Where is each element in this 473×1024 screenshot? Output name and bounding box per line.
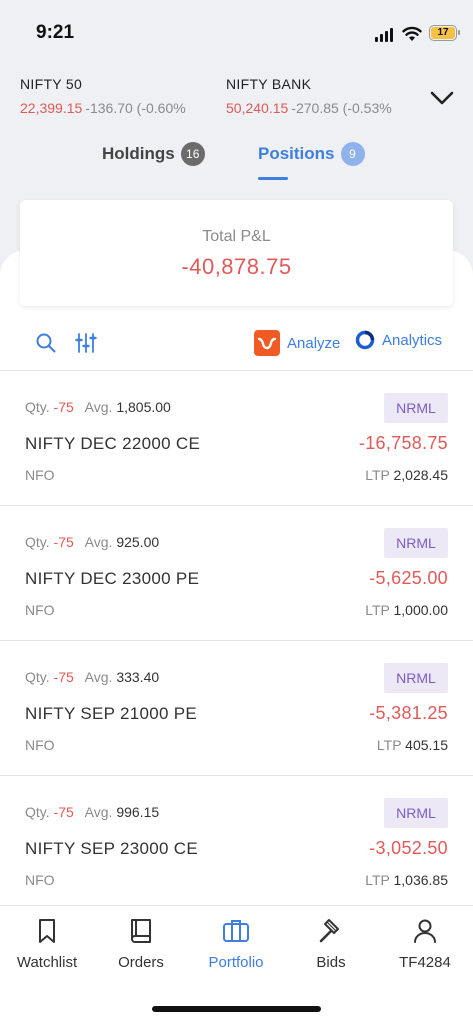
nav-watchlist[interactable]: Watchlist xyxy=(0,906,94,986)
battery-level: 17 xyxy=(431,27,455,39)
ltp-value: 2,028.45 xyxy=(393,467,449,483)
tab-holdings[interactable]: Holdings 16 xyxy=(102,142,205,166)
position-row[interactable]: Qty. -75 Avg. 925.00 NRML NIFTY DEC 2300… xyxy=(0,505,473,640)
analytics-logo-icon xyxy=(355,330,375,350)
index-change: -270.85 (-0.53% xyxy=(291,100,392,116)
position-symbol: NIFTY DEC 23000 PE xyxy=(25,569,200,588)
status-bar: 9:21 17 xyxy=(0,0,473,64)
qty-label: Qty. xyxy=(25,399,50,415)
total-pnl-value: -40,878.75 xyxy=(181,254,292,279)
qty-label: Qty. xyxy=(25,534,50,550)
analytics-label: Analytics xyxy=(382,331,443,349)
index-price: 50,240.15 xyxy=(226,100,289,116)
analytics-button[interactable]: Analytics xyxy=(355,330,442,350)
product-badge: NRML xyxy=(384,798,448,828)
qty-value: -75 xyxy=(53,399,74,415)
qty-value: -75 xyxy=(53,534,74,550)
tab-label: Positions xyxy=(258,144,335,163)
battery-icon: 17 xyxy=(429,25,460,41)
nav-label: Orders xyxy=(118,954,164,971)
position-symbol: NIFTY SEP 23000 CE xyxy=(25,839,198,858)
avg-value: 333.40 xyxy=(116,669,160,685)
exchange-label: NFO xyxy=(25,737,55,753)
position-pnl: -16,758.75 xyxy=(358,433,448,453)
wifi-icon xyxy=(402,26,422,41)
positions-list: Qty. -75 Avg. 1,805.00 NRML NIFTY DEC 22… xyxy=(0,370,473,910)
filter-sliders-icon[interactable] xyxy=(75,332,97,354)
index-name: NIFTY 50 xyxy=(20,76,83,92)
positions-toolbar: Analyze Analytics xyxy=(0,330,473,360)
product-badge: NRML xyxy=(384,393,448,423)
index-name: NIFTY BANK xyxy=(226,76,312,92)
avg-label: Avg. xyxy=(84,804,113,820)
position-row[interactable]: Qty. -75 Avg. 1,805.00 NRML NIFTY DEC 22… xyxy=(0,370,473,505)
tab-label: Holdings xyxy=(102,144,175,163)
signal-icon xyxy=(375,28,395,42)
avg-value: 925.00 xyxy=(116,534,160,550)
exchange-label: NFO xyxy=(25,467,55,483)
portfolio-tabs: Holdings 16 Positions 9 xyxy=(0,142,473,182)
active-tab-indicator xyxy=(258,177,288,180)
search-icon[interactable] xyxy=(35,332,57,354)
avg-label: Avg. xyxy=(84,399,113,415)
exchange-label: NFO xyxy=(25,602,55,618)
avg-label: Avg. xyxy=(84,534,113,550)
total-pnl-label: Total P&L xyxy=(202,228,271,245)
index-price: 22,399.15 xyxy=(20,100,83,116)
nav-orders[interactable]: Orders xyxy=(94,906,188,986)
position-pnl: -5,625.00 xyxy=(369,568,448,588)
bookmark-icon xyxy=(39,919,55,943)
avg-value: 1,805.00 xyxy=(116,399,171,415)
chevron-down-icon[interactable] xyxy=(428,84,456,112)
position-pnl: -3,052.50 xyxy=(369,838,448,858)
position-symbol: NIFTY DEC 22000 CE xyxy=(25,434,201,453)
briefcase-icon xyxy=(223,920,249,942)
user-icon xyxy=(414,919,436,943)
avg-value: 996.15 xyxy=(116,804,160,820)
ltp-value: 405.15 xyxy=(405,737,448,753)
total-pnl-card: Total P&L -40,878.75 xyxy=(20,200,453,306)
tab-positions[interactable]: Positions 9 xyxy=(258,142,365,166)
ltp-value: 1,000.00 xyxy=(393,602,449,618)
exchange-label: NFO xyxy=(25,872,55,888)
index-change: -136.70 (-0.60% xyxy=(85,100,186,116)
ltp-label: LTP xyxy=(365,467,390,483)
book-icon xyxy=(131,919,151,943)
product-badge: NRML xyxy=(384,663,448,693)
nav-account[interactable]: TF4284 xyxy=(378,906,472,986)
qty-label: Qty. xyxy=(25,804,50,820)
nav-label: Watchlist xyxy=(16,954,78,971)
ltp-value: 1,036.85 xyxy=(393,872,449,888)
home-indicator[interactable] xyxy=(152,1006,321,1012)
count-badge: 9 xyxy=(340,142,365,166)
index-nifty-50[interactable]: NIFTY 50 22,399.15 -136.70 (-0.60% xyxy=(20,76,186,116)
nav-portfolio[interactable]: Portfolio xyxy=(189,906,283,986)
nav-bids[interactable]: Bids xyxy=(284,906,378,986)
nav-label: Bids xyxy=(316,954,346,971)
position-pnl: -5,381.25 xyxy=(369,703,448,723)
position-row[interactable]: Qty. -75 Avg. 996.15 NRML NIFTY SEP 2300… xyxy=(0,775,473,910)
ltp-label: LTP xyxy=(376,737,402,753)
qty-label: Qty. xyxy=(25,669,50,685)
index-nifty-bank[interactable]: NIFTY BANK 50,240.15 -270.85 (-0.53% xyxy=(226,76,422,116)
index-ticker[interactable]: NIFTY 50 22,399.15 -136.70 (-0.60% NIFTY … xyxy=(0,76,473,120)
avg-label: Avg. xyxy=(84,669,113,685)
product-badge: NRML xyxy=(384,528,448,558)
ltp-label: LTP xyxy=(365,872,390,888)
nav-label: TF4284 xyxy=(399,954,451,971)
analyze-button[interactable]: Analyze xyxy=(254,330,340,356)
nav-label: Portfolio xyxy=(208,954,264,971)
analyze-logo-icon xyxy=(254,330,280,356)
status-time: 9:21 xyxy=(36,22,75,43)
qty-value: -75 xyxy=(53,804,74,820)
gavel-icon xyxy=(319,919,339,943)
ltp-label: LTP xyxy=(365,602,390,618)
qty-value: -75 xyxy=(53,669,74,685)
analyze-label: Analyze xyxy=(287,334,341,352)
position-symbol: NIFTY SEP 21000 PE xyxy=(25,704,198,723)
count-badge: 16 xyxy=(180,142,205,166)
position-row[interactable]: Qty. -75 Avg. 333.40 NRML NIFTY SEP 2100… xyxy=(0,640,473,775)
